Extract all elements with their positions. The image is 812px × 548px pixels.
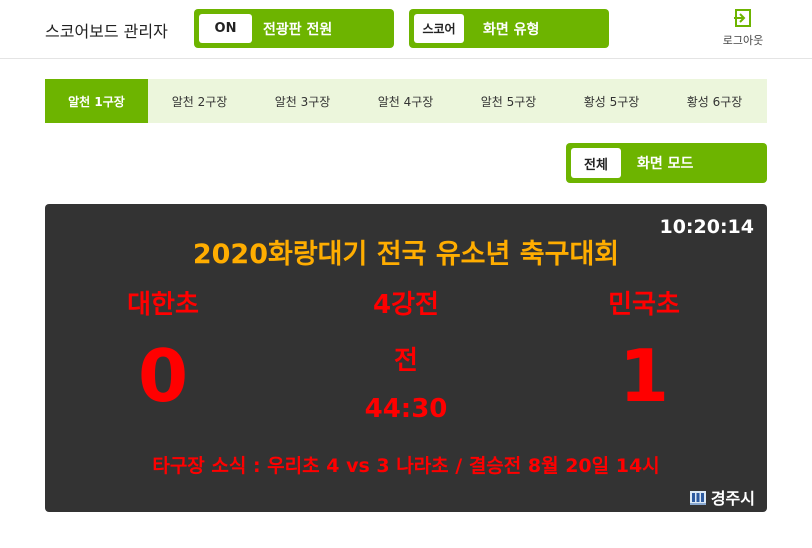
- logout-icon: [734, 9, 751, 27]
- tab-field-6[interactable]: 황성 5구장: [560, 79, 663, 123]
- tab-field-7[interactable]: 황성 6구장: [663, 79, 766, 123]
- city-emblem-icon: [689, 491, 706, 505]
- news-ticker: 타구장 소식 : 우리초 4 vs 3 나라초 / 결승전 8월 20일 14시: [152, 455, 660, 477]
- screen-mode-label: 화면 모드: [637, 156, 694, 172]
- power-toggle[interactable]: ON 전광판 전원: [194, 9, 394, 48]
- tournament-title: 2020화랑대기 전국 유소년 축구대회: [192, 239, 620, 270]
- tab-field-5[interactable]: 알천 5구장: [457, 79, 560, 123]
- scoreboard-preview: 10:20:14 2020화랑대기 전국 유소년 축구대회 대한초 민국초 4강…: [45, 204, 767, 512]
- match-half: 전: [394, 346, 418, 376]
- app-title: 스코어보드 관리자: [45, 22, 168, 41]
- match-round: 4강전: [373, 290, 439, 320]
- tab-field-1[interactable]: 알천 1구장: [45, 79, 148, 123]
- screen-mode-toggle[interactable]: 전체 화면 모드: [566, 143, 767, 183]
- field-tabs: 알천 1구장 알천 2구장 알천 3구장 알천 4구장 알천 5구장 황성 5구…: [45, 79, 767, 123]
- logout-button[interactable]: 로그아웃: [716, 8, 770, 48]
- tab-field-4[interactable]: 알천 4구장: [354, 79, 457, 123]
- home-team-name: 대한초: [127, 290, 199, 320]
- screen-type-label: 화면 유형: [483, 21, 540, 38]
- away-score: 1: [618, 334, 670, 418]
- screen-mode-state: 전체: [571, 148, 621, 178]
- home-score: 0: [137, 334, 189, 418]
- city-brand: 경주시: [689, 485, 755, 509]
- power-toggle-state: ON: [199, 14, 252, 43]
- away-team-name: 민국초: [608, 290, 680, 320]
- match-time: 44:30: [364, 394, 448, 424]
- power-toggle-label: 전광판 전원: [263, 21, 333, 38]
- tab-field-2[interactable]: 알천 2구장: [148, 79, 251, 123]
- tab-field-3[interactable]: 알천 3구장: [251, 79, 354, 123]
- screen-type-toggle[interactable]: 스코어 화면 유형: [409, 9, 609, 48]
- screen-type-state: 스코어: [414, 14, 464, 43]
- city-brand-label: 경주시: [710, 489, 755, 508]
- logout-label: 로그아웃: [722, 34, 764, 47]
- top-bar: 스코어보드 관리자 ON 전광판 전원 스코어 화면 유형 로그아웃: [0, 0, 812, 59]
